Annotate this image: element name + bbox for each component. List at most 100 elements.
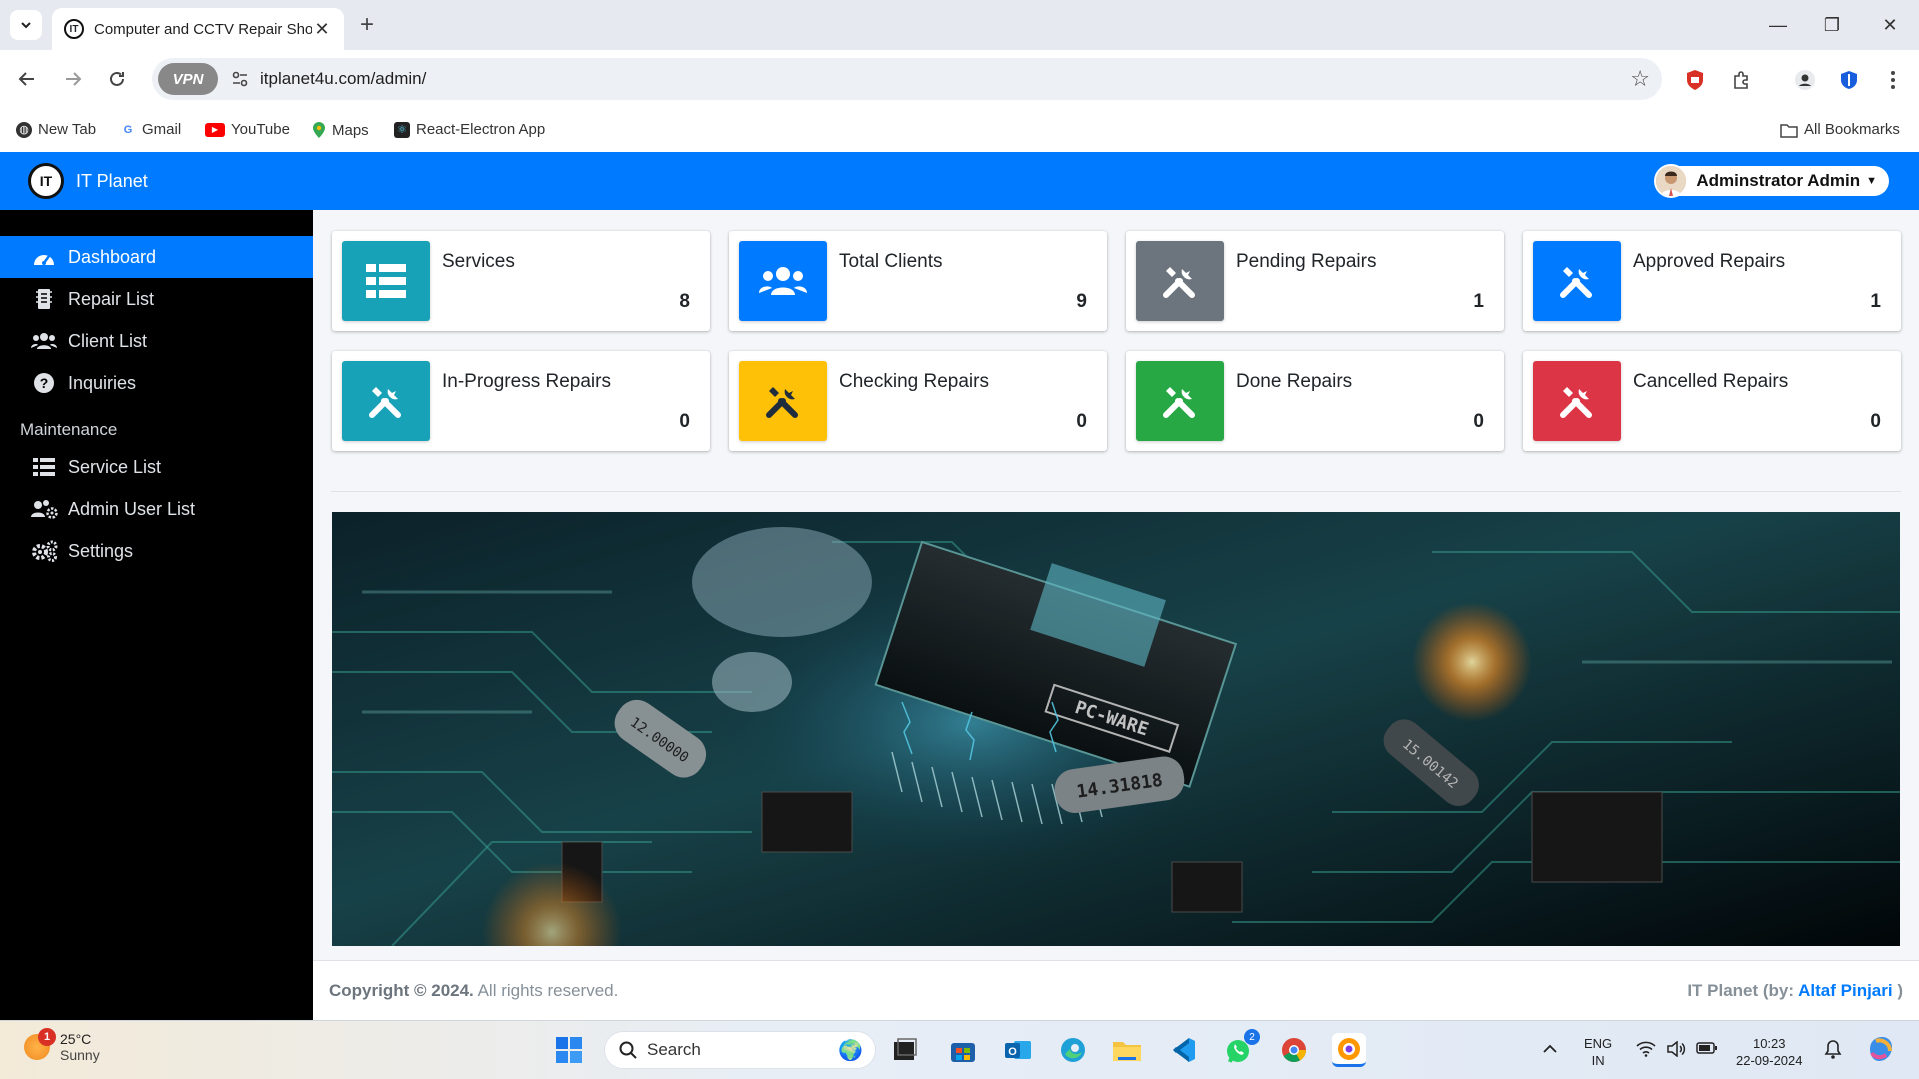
sidebar-item-settings[interactable]: Settings	[0, 530, 313, 572]
footer-copyright: Copyright © 2024. All rights reserved.	[329, 981, 618, 1001]
bookmark-label: YouTube	[231, 121, 290, 138]
sidebar-item-inquiries[interactable]: ? Inquiries	[0, 362, 313, 404]
extensions-puzzle-icon[interactable]	[1728, 67, 1754, 93]
info-box-label: Services	[442, 251, 515, 272]
bookmark-react-electron[interactable]: ⚛ React-Electron App	[394, 121, 545, 138]
browser-toolbar: VPN itplanet4u.com/admin/ ☆	[0, 50, 1919, 108]
bookmark-youtube[interactable]: ▶ YouTube	[205, 121, 290, 138]
minimize-button[interactable]: —	[1758, 10, 1798, 40]
browser-menu-icon[interactable]	[1880, 67, 1906, 93]
clock[interactable]: 10:23 22-09-2024	[1736, 1035, 1803, 1069]
bookmark-label: Maps	[332, 121, 369, 139]
info-box-value: 1	[1870, 291, 1881, 312]
windows-taskbar: 1 25°C Sunny Search 🌍 O 2 ENG IN 10:23 2…	[0, 1020, 1919, 1079]
bookmark-new-tab[interactable]: ◍ New Tab	[16, 121, 96, 138]
clock-date: 22-09-2024	[1736, 1053, 1803, 1068]
footer-credit: IT Planet (by: Altaf Pinjari )	[1687, 981, 1903, 1001]
chrome-icon[interactable]	[1277, 1033, 1311, 1067]
site-info-icon[interactable]	[228, 67, 252, 91]
copilot-icon[interactable]	[1866, 1035, 1896, 1067]
info-box-value: 1	[1473, 291, 1484, 312]
info-box-cancelled-repairs[interactable]: Cancelled Repairs 0	[1523, 351, 1901, 451]
address-bar[interactable]: VPN itplanet4u.com/admin/ ☆	[152, 58, 1662, 100]
sidebar-item-dashboard[interactable]: Dashboard	[0, 236, 313, 278]
task-view-icon[interactable]	[888, 1033, 922, 1067]
all-bookmarks-button[interactable]: All Bookmarks	[1780, 121, 1900, 138]
bookmark-label: New Tab	[38, 121, 97, 138]
bookmark-maps[interactable]: Maps	[312, 121, 369, 139]
info-box-checking-repairs[interactable]: Checking Repairs 0	[729, 351, 1107, 451]
brand-name: IT Planet	[76, 170, 148, 191]
footer: Copyright © 2024. All rights reserved. I…	[313, 960, 1919, 1020]
outlook-icon[interactable]: O	[1001, 1033, 1035, 1067]
user-name: Adminstrator Admin	[1696, 171, 1861, 190]
sidebar-item-repair-list[interactable]: Repair List	[0, 278, 313, 320]
globe-icon: ◍	[16, 121, 32, 138]
list-icon	[342, 241, 430, 321]
language-indicator[interactable]: ENG IN	[1584, 1035, 1612, 1069]
microsoft-store-icon[interactable]	[946, 1033, 980, 1067]
notification-bell-icon[interactable]	[1824, 1039, 1842, 1063]
dashboard-icon	[30, 247, 58, 267]
sidebar-item-label: Dashboard	[68, 246, 157, 267]
reload-button[interactable]	[100, 62, 134, 96]
reload-icon	[110, 71, 124, 86]
close-window-button[interactable]: ✕	[1870, 10, 1910, 40]
info-box-label: Pending Repairs	[1236, 251, 1377, 272]
avatar	[1654, 164, 1689, 198]
bookmark-gmail[interactable]: G Gmail	[120, 121, 181, 138]
info-box-services[interactable]: Services 8	[332, 231, 710, 331]
windows-start-icon[interactable]	[552, 1033, 586, 1067]
battery-icon	[1696, 1042, 1717, 1054]
sidebar-item-label: Repair List	[68, 288, 155, 309]
sidebar-item-service-list[interactable]: Service List	[0, 446, 313, 488]
brand-link[interactable]: IT IT Planet	[0, 152, 313, 210]
shield-extension-icon[interactable]	[1682, 67, 1708, 93]
info-box-done-repairs[interactable]: Done Repairs 0	[1126, 351, 1504, 451]
user-menu-dropdown[interactable]: Adminstrator Admin ▼	[1654, 164, 1889, 198]
profile-icon[interactable]	[1792, 67, 1818, 93]
vpn-browser-icon[interactable]	[1332, 1033, 1366, 1067]
brand-logo: IT	[28, 163, 64, 199]
arrow-left-icon	[18, 72, 34, 86]
sidebar-item-client-list[interactable]: Client List	[0, 320, 313, 362]
url-text[interactable]: itplanet4u.com/admin/	[260, 69, 426, 89]
info-box-total-clients[interactable]: Total Clients 9	[729, 231, 1107, 331]
vpn-badge[interactable]: VPN	[158, 63, 218, 95]
info-box-in-progress-repairs[interactable]: In-Progress Repairs 0	[332, 351, 710, 451]
weather-widget[interactable]: 1 25°C Sunny	[24, 1028, 100, 1063]
react-icon: ⚛	[394, 121, 410, 138]
whatsapp-icon[interactable]: 2	[1222, 1029, 1260, 1067]
users-icon	[739, 241, 827, 321]
forward-button[interactable]	[56, 62, 90, 96]
tray-expand-icon[interactable]	[1542, 1041, 1558, 1058]
credit-suffix: )	[1892, 981, 1903, 1000]
maps-pin-icon	[313, 122, 325, 138]
browser-tab-active[interactable]: IT Computer and CCTV Repair Sho ✕	[52, 8, 344, 50]
users-icon	[30, 332, 58, 350]
info-box-label: Approved Repairs	[1633, 251, 1786, 272]
taskbar-search-box[interactable]: Search 🌍	[604, 1031, 876, 1069]
back-button[interactable]	[10, 62, 44, 96]
sidebar-item-admin-user-list[interactable]: Admin User List	[0, 488, 313, 530]
system-tray-icons[interactable]	[1636, 1041, 1718, 1057]
edge-icon[interactable]	[1056, 1033, 1090, 1067]
tab-search-button[interactable]	[10, 10, 42, 40]
info-box-approved-repairs[interactable]: Approved Repairs 1	[1523, 231, 1901, 331]
bitwarden-extension-icon[interactable]	[1836, 67, 1862, 93]
info-box-pending-repairs[interactable]: Pending Repairs 1	[1126, 231, 1504, 331]
sidebar-section-header: Maintenance	[20, 420, 118, 439]
author-link[interactable]: Altaf Pinjari	[1798, 981, 1892, 1000]
chevron-down-icon	[21, 22, 31, 29]
new-tab-button[interactable]: +	[352, 10, 382, 40]
info-box-label: In-Progress Repairs	[442, 371, 611, 392]
info-box-value: 9	[1076, 291, 1087, 312]
bookmark-star-icon[interactable]: ☆	[1630, 66, 1650, 92]
tab-close-icon[interactable]: ✕	[312, 19, 332, 40]
vscode-icon[interactable]	[1166, 1033, 1200, 1067]
restore-button[interactable]: ❐	[1812, 10, 1852, 40]
file-explorer-icon[interactable]	[1110, 1033, 1144, 1067]
list-icon	[30, 458, 58, 476]
tools-icon	[1136, 241, 1224, 321]
browser-tab-strip: IT Computer and CCTV Repair Sho ✕ + — ❐ …	[0, 0, 1919, 50]
